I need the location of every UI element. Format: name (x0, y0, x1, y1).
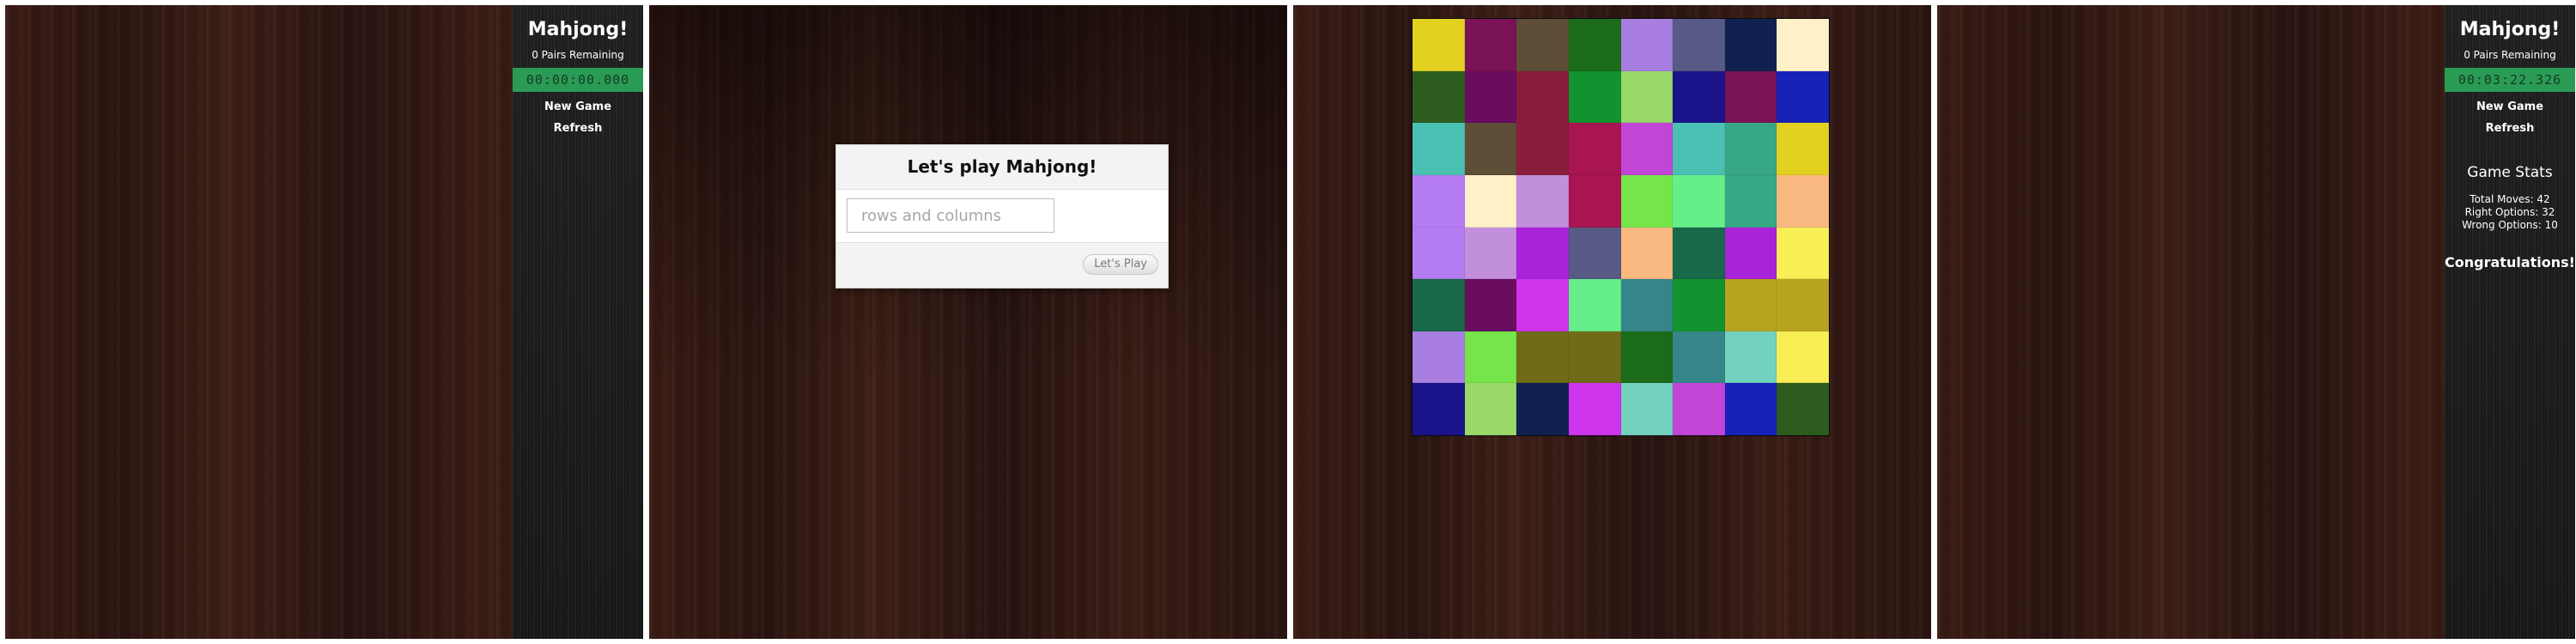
wrong-options-stat: Wrong Options: 10 (2462, 219, 2558, 231)
dialog-footer: Let's Play (836, 242, 1168, 288)
panel-finished: Mahjong! 0 Pairs Remaining 00:03:22.326 … (1937, 5, 2575, 639)
mahjong-tile[interactable] (1516, 383, 1569, 435)
mahjong-tile[interactable] (1777, 70, 1829, 124)
mahjong-tile[interactable] (1724, 123, 1777, 175)
mahjong-board (1412, 18, 1830, 436)
panel-dialog: Let's play Mahjong! Let's Play (649, 5, 1287, 639)
mahjong-tile[interactable] (1464, 123, 1517, 175)
mahjong-tile[interactable] (1724, 70, 1777, 124)
mahjong-tile[interactable] (1413, 331, 1465, 384)
mahjong-tile[interactable] (1777, 227, 1829, 280)
congratulations-message: Congratulations! (2445, 254, 2575, 270)
setup-dialog: Let's play Mahjong! Let's Play (835, 144, 1169, 289)
sidebar-title: Mahjong! (527, 19, 629, 40)
mahjong-tile[interactable] (1620, 383, 1674, 435)
mahjong-tile[interactable] (1777, 383, 1829, 435)
mahjong-tile[interactable] (1620, 19, 1674, 71)
mahjong-tile[interactable] (1516, 227, 1569, 280)
dialog-title: Let's play Mahjong! (836, 145, 1168, 190)
mahjong-tile[interactable] (1568, 19, 1621, 71)
screenshot-strip: Mahjong! 0 Pairs Remaining 00:00:00.000 … (0, 0, 2576, 644)
mahjong-tile[interactable] (1673, 279, 1725, 331)
mahjong-tile[interactable] (1777, 19, 1829, 71)
mahjong-tile[interactable] (1464, 331, 1517, 384)
refresh-button[interactable]: Refresh (513, 122, 643, 135)
mahjong-tile[interactable] (1464, 383, 1517, 435)
mahjong-tile[interactable] (1673, 227, 1725, 280)
mahjong-tile[interactable] (1724, 227, 1777, 280)
game-stats-list: Total Moves: 42 Right Options: 32 Wrong … (2445, 193, 2575, 232)
mahjong-tile[interactable] (1620, 331, 1674, 384)
mahjong-tile[interactable] (1568, 331, 1621, 384)
mahjong-tile[interactable] (1620, 227, 1674, 280)
mahjong-tile[interactable] (1464, 279, 1517, 331)
mahjong-tile[interactable] (1413, 174, 1465, 228)
mahjong-tile[interactable] (1673, 174, 1725, 228)
mahjong-tile[interactable] (1413, 279, 1465, 331)
game-timer: 00:00:00.000 (513, 68, 643, 92)
mahjong-tile[interactable] (1568, 70, 1621, 124)
mahjong-tile[interactable] (1413, 123, 1465, 175)
game-stats-title: Game Stats (2467, 164, 2553, 181)
pairs-remaining-text: 0 Pairs Remaining (532, 49, 624, 61)
mahjong-tile[interactable] (1673, 331, 1725, 384)
mahjong-tile[interactable] (1516, 123, 1569, 175)
mahjong-tile[interactable] (1620, 174, 1674, 228)
mahjong-tile[interactable] (1673, 19, 1725, 71)
mahjong-tile[interactable] (1568, 383, 1621, 435)
panel-board (1293, 5, 1931, 639)
mahjong-tile[interactable] (1777, 331, 1829, 384)
refresh-button[interactable]: Refresh (2445, 122, 2575, 135)
mahjong-tile[interactable] (1464, 174, 1517, 228)
mahjong-tile[interactable] (1620, 279, 1674, 331)
mahjong-tile[interactable] (1777, 123, 1829, 175)
mahjong-tile[interactable] (1413, 19, 1465, 71)
mahjong-tile[interactable] (1724, 331, 1777, 384)
total-moves-stat: Total Moves: 42 (2470, 193, 2550, 205)
mahjong-tile[interactable] (1413, 70, 1465, 124)
mahjong-tile[interactable] (1724, 19, 1777, 71)
new-game-button[interactable]: New Game (513, 100, 643, 113)
lets-play-button[interactable]: Let's Play (1083, 254, 1158, 275)
mahjong-tile[interactable] (1724, 279, 1777, 331)
mahjong-tile[interactable] (1673, 123, 1725, 175)
mahjong-tile[interactable] (1568, 123, 1621, 175)
mahjong-tile[interactable] (1413, 383, 1465, 435)
sidebar-title: Mahjong! (2459, 19, 2561, 40)
mahjong-tile[interactable] (1620, 70, 1674, 124)
mahjong-tile[interactable] (1516, 174, 1569, 228)
panel-start: Mahjong! 0 Pairs Remaining 00:00:00.000 … (5, 5, 643, 639)
mahjong-tile[interactable] (1568, 279, 1621, 331)
mahjong-tile[interactable] (1516, 19, 1569, 71)
mahjong-tile[interactable] (1516, 279, 1569, 331)
mahjong-tile[interactable] (1516, 70, 1569, 124)
rows-columns-input[interactable] (847, 198, 1054, 233)
game-timer: 00:03:22.326 (2445, 68, 2575, 92)
mahjong-tile[interactable] (1673, 70, 1725, 124)
dialog-body (836, 190, 1168, 242)
mahjong-tile[interactable] (1464, 70, 1517, 124)
mahjong-tile[interactable] (1620, 123, 1674, 175)
mahjong-tile[interactable] (1413, 227, 1465, 280)
mahjong-tile[interactable] (1516, 331, 1569, 384)
new-game-button[interactable]: New Game (2445, 100, 2575, 113)
mahjong-tile[interactable] (1464, 19, 1517, 71)
mahjong-tile[interactable] (1673, 383, 1725, 435)
game-sidebar: Mahjong! 0 Pairs Remaining 00:03:22.326 … (2445, 5, 2575, 639)
mahjong-tile[interactable] (1724, 174, 1777, 228)
game-sidebar: Mahjong! 0 Pairs Remaining 00:00:00.000 … (513, 5, 643, 639)
pairs-remaining-text: 0 Pairs Remaining (2464, 49, 2556, 61)
mahjong-tile[interactable] (1777, 279, 1829, 331)
mahjong-tile[interactable] (1568, 174, 1621, 228)
mahjong-tile[interactable] (1777, 174, 1829, 228)
mahjong-tile[interactable] (1464, 227, 1517, 280)
right-options-stat: Right Options: 32 (2464, 206, 2555, 218)
mahjong-tile[interactable] (1724, 383, 1777, 435)
mahjong-tile[interactable] (1568, 227, 1621, 280)
